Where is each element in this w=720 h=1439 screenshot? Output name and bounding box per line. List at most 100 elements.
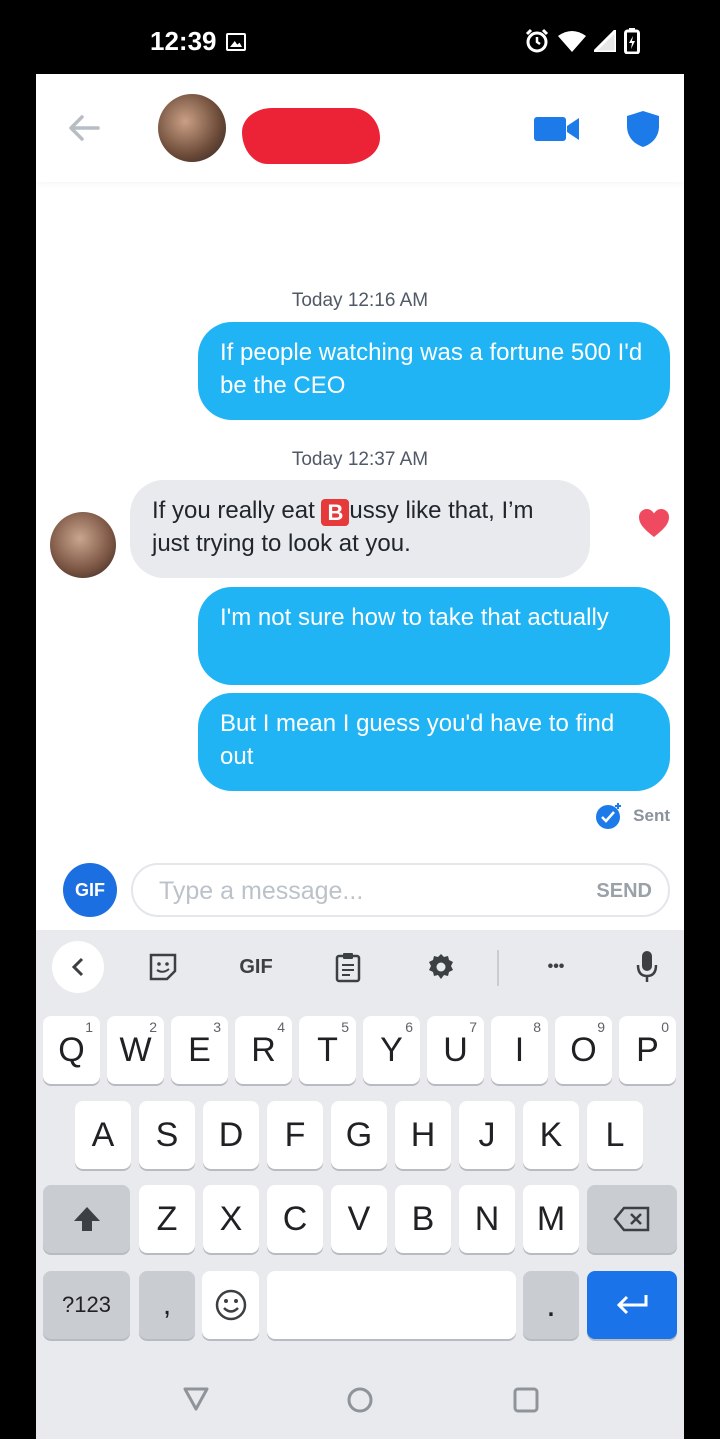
timestamp-day: Today [291, 449, 343, 470]
back-button[interactable] [66, 110, 102, 146]
key-h[interactable]: H [395, 1101, 451, 1169]
key-label: M [536, 1199, 566, 1238]
key-label: T [317, 1030, 338, 1069]
key-k[interactable]: K [523, 1101, 579, 1169]
battery-icon [624, 28, 640, 54]
gif-button[interactable]: GIF [63, 863, 117, 917]
voice-input-button[interactable] [632, 942, 662, 992]
key-e[interactable]: E3 [171, 1016, 228, 1084]
key-number-hint: 3 [213, 1019, 221, 1035]
sent-label: Sent [633, 806, 670, 825]
timestamp-time: 12:37 AM [347, 449, 429, 470]
key-label: O [570, 1030, 597, 1069]
status-bar: 12:39 [0, 0, 720, 74]
incoming-message-text-start: If you really eat [152, 497, 322, 524]
key-n[interactable]: N [459, 1185, 515, 1253]
key-label: N [474, 1199, 500, 1238]
key-label: Z [156, 1199, 178, 1238]
key-label: V [347, 1199, 371, 1238]
key-p[interactable]: P0 [619, 1016, 676, 1084]
key-o[interactable]: O9 [555, 1016, 612, 1084]
key-l[interactable]: L [587, 1101, 643, 1169]
key-w[interactable]: W2 [107, 1016, 164, 1084]
symbols-key[interactable]: ?123 [43, 1271, 130, 1339]
key-u[interactable]: U7 [427, 1016, 484, 1084]
outgoing-message[interactable]: But I mean I guess you'd have to find ou… [198, 693, 670, 791]
nav-recents-icon[interactable] [512, 1386, 540, 1414]
settings-button[interactable] [422, 942, 460, 992]
key-c[interactable]: C [267, 1185, 323, 1253]
navigation-bar [36, 1370, 684, 1439]
gear-icon [429, 954, 453, 979]
shield-icon[interactable] [626, 110, 660, 148]
heart-icon[interactable] [638, 508, 670, 538]
emoji-icon [215, 1289, 246, 1321]
key-number-hint: 2 [149, 1019, 157, 1035]
key-label: D [218, 1115, 244, 1154]
send-button[interactable]: SEND [596, 880, 652, 903]
backspace-key[interactable] [587, 1185, 677, 1253]
key-r[interactable]: R4 [235, 1016, 292, 1084]
outgoing-message[interactable]: I'm not sure how to take that actually [198, 587, 670, 685]
space-key[interactable] [267, 1271, 516, 1339]
keyboard-back-button[interactable] [52, 941, 104, 993]
key-label: S [155, 1115, 179, 1154]
key-label: L [605, 1115, 625, 1154]
comma-key[interactable]: , [139, 1271, 195, 1339]
timestamp-time: 12:16 AM [347, 290, 429, 311]
sent-check-icon [596, 803, 622, 829]
key-j[interactable]: J [459, 1101, 515, 1169]
key-label: X [219, 1199, 243, 1238]
video-camera-icon[interactable] [534, 114, 580, 144]
emoji-key[interactable] [202, 1271, 259, 1339]
period-key[interactable]: . [523, 1271, 579, 1339]
wifi-icon [558, 31, 586, 52]
composer: GIF Type a message... SEND [36, 854, 684, 934]
chevron-left-icon [71, 957, 84, 977]
key-label: J [478, 1115, 496, 1154]
key-number-hint: 0 [661, 1019, 669, 1035]
more-button[interactable]: ••• [534, 942, 578, 992]
clipboard-icon [335, 953, 361, 983]
arrow-left-icon [69, 115, 100, 141]
key-label: Y [380, 1030, 403, 1069]
match-avatar-small[interactable] [50, 512, 116, 578]
nav-back-icon[interactable] [182, 1386, 210, 1412]
sticker-icon [149, 953, 177, 981]
key-g[interactable]: G [331, 1101, 387, 1169]
key-b[interactable]: B [395, 1185, 451, 1253]
status-time: 12:39 [150, 26, 217, 56]
message-list[interactable]: Today 12:16 AM If people watching was a … [36, 182, 684, 922]
key-d[interactable]: D [203, 1101, 259, 1169]
key-v[interactable]: V [331, 1185, 387, 1253]
outgoing-message[interactable]: If people watching was a fortune 500 I'd… [198, 322, 670, 420]
key-y[interactable]: Y6 [363, 1016, 420, 1084]
key-q[interactable]: Q1 [43, 1016, 100, 1084]
key-f[interactable]: F [267, 1101, 323, 1169]
enter-icon [616, 1295, 648, 1315]
key-label: I [514, 1030, 525, 1069]
key-number-hint: 8 [533, 1019, 541, 1035]
sticker-button[interactable] [144, 942, 182, 992]
key-s[interactable]: S [139, 1101, 195, 1169]
toolbar-divider [497, 950, 499, 986]
clipboard-button[interactable] [330, 942, 366, 992]
status-icons [524, 28, 640, 54]
message-input[interactable]: Type a message... SEND [131, 863, 670, 917]
nav-home-icon[interactable] [346, 1386, 374, 1414]
key-i[interactable]: I8 [491, 1016, 548, 1084]
key-x[interactable]: X [203, 1185, 259, 1253]
shift-key[interactable] [43, 1185, 130, 1253]
microphone-icon [636, 951, 658, 982]
message-placeholder: Type a message... [159, 877, 364, 905]
key-z[interactable]: Z [139, 1185, 195, 1253]
key-a[interactable]: A [75, 1101, 131, 1169]
key-t[interactable]: T5 [299, 1016, 356, 1084]
key-label: U [443, 1030, 468, 1069]
keyboard-gif-button[interactable]: GIF [232, 942, 280, 992]
enter-key[interactable] [587, 1271, 677, 1339]
match-avatar[interactable] [158, 94, 226, 162]
key-m[interactable]: M [523, 1185, 579, 1253]
incoming-message[interactable]: If you really eat Bussy like that, I’m j… [130, 480, 590, 578]
key-label: K [539, 1115, 563, 1154]
